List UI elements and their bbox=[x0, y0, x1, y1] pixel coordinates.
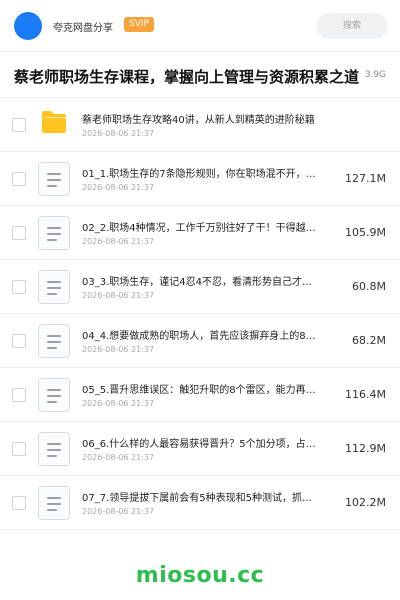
document-icon bbox=[38, 432, 70, 466]
file-name: 03_3.职场生存，谨记4忍4不忍，看清形势自己才… bbox=[82, 277, 312, 288]
file-date: 2026-08-06 21:37 bbox=[82, 399, 155, 408]
folder-title-row: 蔡老师职场生存课程，掌握向上管理与资源积累之道 3.9G bbox=[0, 54, 400, 98]
file-date: 2026-08-06 21:37 bbox=[82, 129, 155, 138]
file-name: 07_7.领导提拔下属前会有5种表现和5种测试，抓… bbox=[82, 493, 312, 504]
document-icon bbox=[38, 324, 70, 358]
file-name: 02_2.职场4种情况，工作千万别往好了干！干得越… bbox=[82, 223, 316, 234]
header-bar: 夸克网盘分享 SVIP 搜索 bbox=[0, 0, 400, 52]
page-title: 蔡老师职场生存课程，掌握向上管理与资源积累之道 bbox=[14, 68, 360, 86]
file-name: 05_5.晋升思维误区：触犯升职的8个雷区，能力再… bbox=[82, 385, 316, 396]
list-item[interactable]: 02_2.职场4种情况，工作千万别往好了干！干得越… 2026-08-06 21… bbox=[0, 206, 400, 260]
select-checkbox[interactable] bbox=[12, 118, 26, 132]
file-list: 蔡老师职场生存攻略40讲，从新人到精英的进阶秘籍 2026-08-06 21:3… bbox=[0, 98, 400, 530]
list-item[interactable]: 01_1.职场生存的7条隐形规则，你在职场混不开，… 2026-08-06 21… bbox=[0, 152, 400, 206]
file-size: 112.9M bbox=[345, 442, 386, 455]
file-date: 2026-08-06 21:37 bbox=[82, 507, 155, 516]
file-size: 116.4M bbox=[345, 388, 386, 401]
file-size: 102.2M bbox=[345, 496, 386, 509]
file-size: 60.8M bbox=[352, 280, 386, 293]
document-icon bbox=[38, 486, 70, 520]
share-owner-name: 夸克网盘分享 bbox=[53, 23, 113, 34]
list-item[interactable]: 蔡老师职场生存攻略40讲，从新人到精英的进阶秘籍 2026-08-06 21:3… bbox=[0, 98, 400, 152]
select-checkbox[interactable] bbox=[12, 172, 26, 186]
file-name: 01_1.职场生存的7条隐形规则，你在职场混不开，… bbox=[82, 169, 316, 180]
list-item[interactable]: 06_6.什么样的人最容易获得晋升？5个加分项，占… 2026-08-06 21… bbox=[0, 422, 400, 476]
document-icon bbox=[38, 270, 70, 304]
file-date: 2026-08-06 21:37 bbox=[82, 291, 155, 300]
search-input[interactable]: 搜索 bbox=[316, 13, 388, 39]
list-item[interactable]: 07_7.领导提拔下属前会有5种表现和5种测试，抓… 2026-08-06 21… bbox=[0, 476, 400, 530]
document-icon bbox=[38, 378, 70, 412]
select-checkbox[interactable] bbox=[12, 442, 26, 456]
file-date: 2026-08-06 21:37 bbox=[82, 237, 155, 246]
select-checkbox[interactable] bbox=[12, 496, 26, 510]
file-size: 68.2M bbox=[352, 334, 386, 347]
folder-icon bbox=[42, 111, 66, 133]
list-item[interactable]: 05_5.晋升思维误区：触犯升职的8个雷区，能力再… 2026-08-06 21… bbox=[0, 368, 400, 422]
total-size: 3.9G bbox=[361, 70, 386, 80]
file-name: 04_4.想要做成熟的职场人，首先应该摒弃身上的8… bbox=[82, 331, 316, 342]
avatar[interactable] bbox=[14, 12, 42, 40]
document-icon bbox=[38, 162, 70, 196]
select-checkbox[interactable] bbox=[12, 388, 26, 402]
file-size: 127.1M bbox=[345, 172, 386, 185]
file-name: 蔡老师职场生存攻略40讲，从新人到精英的进阶秘籍 bbox=[82, 115, 315, 126]
file-date: 2026-08-06 21:37 bbox=[82, 453, 155, 462]
select-checkbox[interactable] bbox=[12, 280, 26, 294]
document-icon bbox=[38, 216, 70, 250]
watermark: miosou.cc bbox=[135, 563, 265, 588]
select-checkbox[interactable] bbox=[12, 334, 26, 348]
file-name: 06_6.什么样的人最容易获得晋升？5个加分项，占… bbox=[82, 439, 316, 450]
select-checkbox[interactable] bbox=[12, 226, 26, 240]
file-size: 105.9M bbox=[345, 226, 386, 239]
file-date: 2026-08-06 21:37 bbox=[82, 183, 155, 192]
list-item[interactable]: 03_3.职场生存，谨记4忍4不忍，看清形势自己才… 2026-08-06 21… bbox=[0, 260, 400, 314]
list-item[interactable]: 04_4.想要做成熟的职场人，首先应该摒弃身上的8… 2026-08-06 21… bbox=[0, 314, 400, 368]
file-date: 2026-08-06 21:37 bbox=[82, 345, 155, 354]
svip-badge: SVIP bbox=[124, 17, 154, 32]
